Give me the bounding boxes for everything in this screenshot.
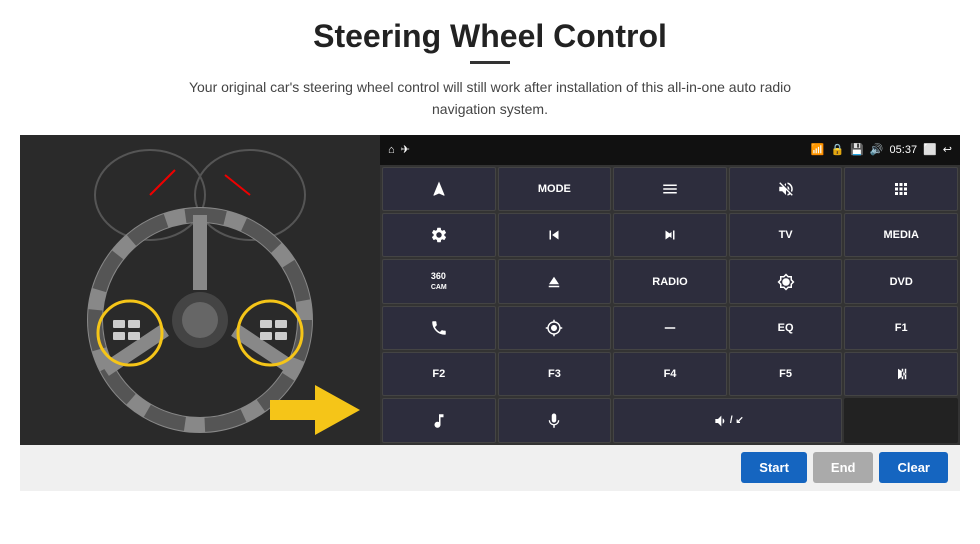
home-icon[interactable]: ⌂ <box>388 144 395 156</box>
content-row: ⌂ ✈ 📶 🔒 💾 🔊 05:37 ⬜ ↩ <box>20 135 960 445</box>
steering-wheel-image <box>20 135 380 445</box>
status-bar: ⌂ ✈ 📶 🔒 💾 🔊 05:37 ⬜ ↩ <box>380 135 960 165</box>
btn-mute[interactable] <box>729 167 843 211</box>
screen-icon: ⬜ <box>923 143 937 156</box>
btn-f4[interactable]: F4 <box>613 352 727 396</box>
android-panel: ⌂ ✈ 📶 🔒 💾 🔊 05:37 ⬜ ↩ <box>380 135 960 445</box>
btn-music[interactable] <box>382 398 496 442</box>
btn-eq[interactable]: EQ <box>729 306 843 350</box>
wifi-icon: 📶 <box>811 143 825 156</box>
clock: 05:37 <box>890 144 918 156</box>
btn-f5[interactable]: F5 <box>729 352 843 396</box>
btn-dash[interactable] <box>613 306 727 350</box>
btn-dvd[interactable]: DVD <box>844 259 958 303</box>
btn-360[interactable]: 360CAM <box>382 259 496 303</box>
start-button[interactable]: Start <box>741 452 807 483</box>
btn-mode[interactable]: MODE <box>498 167 612 211</box>
btn-media[interactable]: MEDIA <box>844 213 958 257</box>
subtitle: Your original car's steering wheel contr… <box>180 76 800 121</box>
btn-playpause[interactable] <box>844 352 958 396</box>
btn-brightness[interactable] <box>729 259 843 303</box>
btn-eject[interactable] <box>498 259 612 303</box>
btn-gps[interactable] <box>498 306 612 350</box>
btn-menu[interactable] <box>613 167 727 211</box>
btn-settings[interactable] <box>382 213 496 257</box>
bottom-bar: Start End Clear <box>20 445 960 491</box>
btn-phone[interactable] <box>382 306 496 350</box>
end-button[interactable]: End <box>813 452 874 483</box>
btn-apps[interactable] <box>844 167 958 211</box>
status-bar-left: ⌂ ✈ <box>388 143 410 156</box>
btn-f1[interactable]: F1 <box>844 306 958 350</box>
btn-prev[interactable] <box>498 213 612 257</box>
page-container: Steering Wheel Control Your original car… <box>0 0 980 544</box>
btn-mic[interactable] <box>498 398 612 442</box>
btn-navigation[interactable] <box>382 167 496 211</box>
btn-f3[interactable]: F3 <box>498 352 612 396</box>
btn-empty1 <box>844 398 958 442</box>
title-divider <box>470 61 510 64</box>
status-bar-right: 📶 🔒 💾 🔊 05:37 ⬜ ↩ <box>811 143 952 156</box>
page-title: Steering Wheel Control <box>313 18 667 55</box>
send-icon: ✈ <box>401 143 410 156</box>
back-icon[interactable]: ↩ <box>943 143 952 156</box>
btn-radio[interactable]: RADIO <box>613 259 727 303</box>
btn-f2[interactable]: F2 <box>382 352 496 396</box>
lock-icon: 🔒 <box>830 143 844 156</box>
bt-icon: 🔊 <box>870 143 884 156</box>
btn-next[interactable] <box>613 213 727 257</box>
button-grid: MODE TV <box>380 165 960 445</box>
btn-voldown[interactable]: / ↙ <box>613 398 842 442</box>
btn-tv[interactable]: TV <box>729 213 843 257</box>
clear-button[interactable]: Clear <box>879 452 948 483</box>
sd-icon: 💾 <box>850 143 864 156</box>
